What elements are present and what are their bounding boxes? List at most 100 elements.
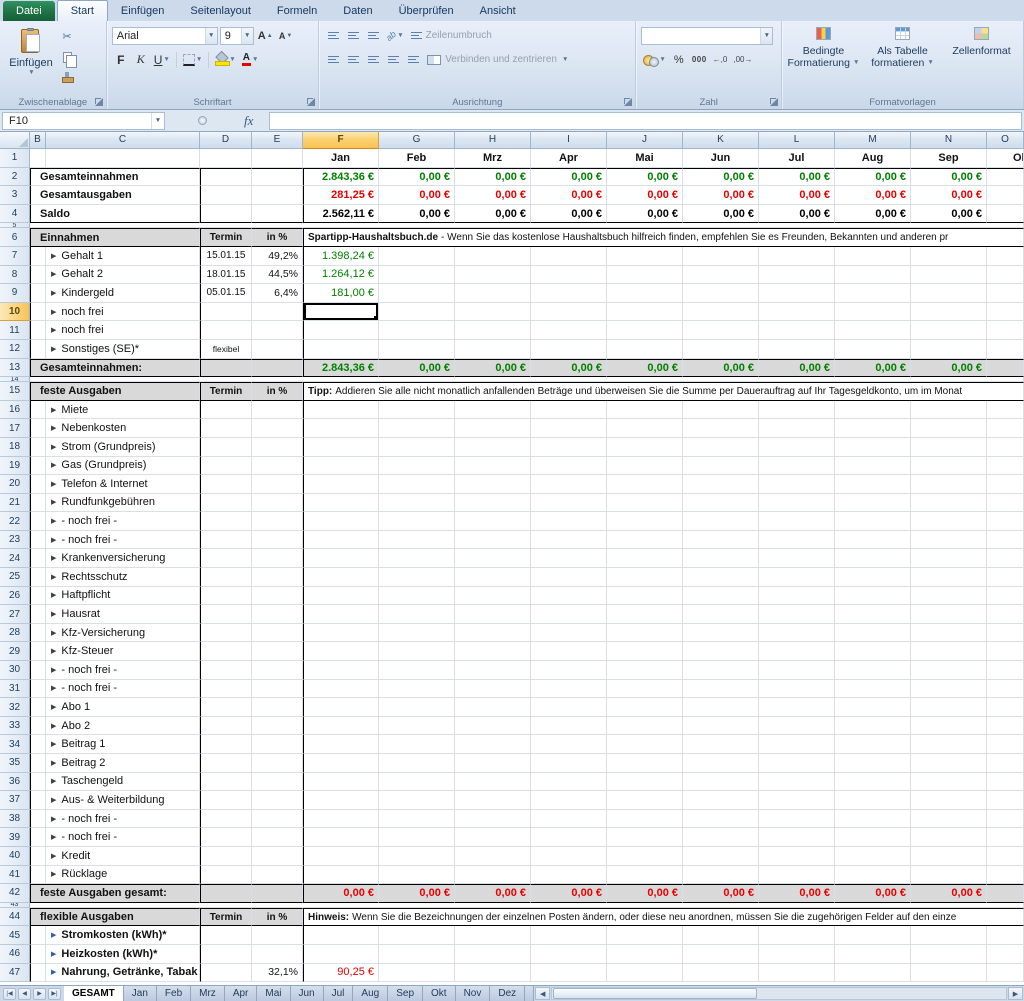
cell[interactable] (835, 494, 911, 513)
formula-input[interactable] (269, 112, 1022, 130)
cell[interactable] (911, 340, 987, 359)
cell[interactable] (835, 810, 911, 829)
cell[interactable] (379, 735, 455, 754)
cell[interactable] (252, 773, 303, 792)
row-header-29[interactable]: 29 (0, 642, 30, 661)
cell[interactable] (455, 773, 531, 792)
cell[interactable]: 0,00 € (607, 359, 683, 378)
cell[interactable] (200, 828, 252, 847)
cell[interactable]: Sep (911, 149, 987, 168)
cell[interactable] (303, 698, 379, 717)
cell[interactable]: 0,00 € (759, 884, 835, 903)
cell[interactable] (303, 791, 379, 810)
cell[interactable] (252, 791, 303, 810)
cell[interactable] (303, 457, 379, 476)
cell[interactable] (303, 401, 379, 420)
format-painter-button[interactable] (58, 68, 76, 86)
cell[interactable] (455, 475, 531, 494)
wrap-text-button[interactable]: Zeilenumbruch (408, 30, 495, 41)
comma-style-button[interactable]: 000 (690, 51, 709, 69)
cell[interactable] (252, 605, 303, 624)
row-header-39[interactable]: 39 (0, 828, 30, 847)
row-header-15[interactable]: 15 (0, 382, 30, 401)
cell[interactable] (607, 945, 683, 964)
ribbon-tab-datei[interactable]: Datei (3, 1, 55, 21)
cell[interactable] (531, 605, 607, 624)
cell[interactable] (379, 531, 455, 550)
cell[interactable] (30, 438, 46, 457)
cell[interactable] (683, 284, 759, 303)
cell[interactable] (531, 266, 607, 285)
cell[interactable] (379, 791, 455, 810)
cell[interactable] (200, 698, 252, 717)
cell[interactable] (252, 512, 303, 531)
cell[interactable] (200, 419, 252, 438)
cell[interactable] (987, 828, 1024, 847)
insert-function-button[interactable]: fx (244, 113, 253, 129)
cell[interactable] (911, 549, 987, 568)
cell[interactable]: ▶Miete (46, 401, 200, 420)
cell[interactable] (252, 149, 303, 168)
cell[interactable]: flexibel (200, 340, 252, 359)
cell[interactable]: 2.562,11 € (303, 205, 379, 224)
cell[interactable] (987, 438, 1024, 457)
cell[interactable] (30, 926, 46, 945)
cell[interactable] (30, 549, 46, 568)
cell[interactable] (607, 847, 683, 866)
cell[interactable] (252, 186, 303, 205)
cell[interactable] (987, 866, 1024, 885)
cell[interactable]: 0,00 € (455, 359, 531, 378)
cell[interactable]: 0,00 € (683, 884, 759, 903)
cell[interactable] (759, 735, 835, 754)
cell[interactable]: ▶Hausrat (46, 605, 200, 624)
cell[interactable]: ▶Nahrung, Getränke, Tabak (VP) (46, 964, 200, 983)
row-header-42[interactable]: 42 (0, 884, 30, 903)
cell[interactable] (683, 419, 759, 438)
cell[interactable] (759, 340, 835, 359)
row-header-35[interactable]: 35 (0, 754, 30, 773)
sheet-tab-apr[interactable]: Apr (225, 986, 258, 1001)
cell[interactable] (759, 754, 835, 773)
cell[interactable] (607, 735, 683, 754)
first-sheet-button[interactable]: |◀ (3, 988, 16, 1000)
row-header-20[interactable]: 20 (0, 475, 30, 494)
cell[interactable] (987, 284, 1024, 303)
cell[interactable] (252, 568, 303, 587)
cell[interactable]: 0,00 € (911, 359, 987, 378)
cell[interactable] (379, 549, 455, 568)
cell[interactable] (987, 847, 1024, 866)
cell[interactable] (759, 303, 835, 322)
cell[interactable] (379, 964, 455, 983)
cell[interactable] (759, 549, 835, 568)
cell[interactable] (759, 642, 835, 661)
cell[interactable]: Gesamteinnahmen: (30, 359, 200, 378)
cell[interactable]: 32,1% (252, 964, 303, 983)
cell[interactable] (531, 303, 607, 322)
cell[interactable] (531, 945, 607, 964)
cell[interactable] (531, 624, 607, 643)
cell[interactable] (607, 680, 683, 699)
cell[interactable] (987, 475, 1024, 494)
cell[interactable] (987, 340, 1024, 359)
cell[interactable] (200, 512, 252, 531)
cell[interactable]: 2.843,36 € (303, 168, 379, 187)
cell[interactable] (835, 717, 911, 736)
cell[interactable] (303, 810, 379, 829)
cell[interactable] (531, 642, 607, 661)
cell[interactable] (607, 661, 683, 680)
cell[interactable] (531, 438, 607, 457)
cell[interactable]: ▶Rechtsschutz (46, 568, 200, 587)
cell[interactable] (835, 340, 911, 359)
cell[interactable]: Feb (379, 149, 455, 168)
cell[interactable] (531, 926, 607, 945)
cell[interactable] (759, 847, 835, 866)
row-header-10[interactable]: 10 (0, 303, 30, 322)
cell[interactable] (303, 754, 379, 773)
cell[interactable] (531, 419, 607, 438)
bold-button[interactable]: F (112, 51, 130, 69)
cell[interactable] (200, 587, 252, 606)
cell[interactable] (607, 926, 683, 945)
ribbon-tab-formeln[interactable]: Formeln (264, 1, 330, 21)
align-right-button[interactable] (364, 51, 382, 69)
cell[interactable] (531, 828, 607, 847)
